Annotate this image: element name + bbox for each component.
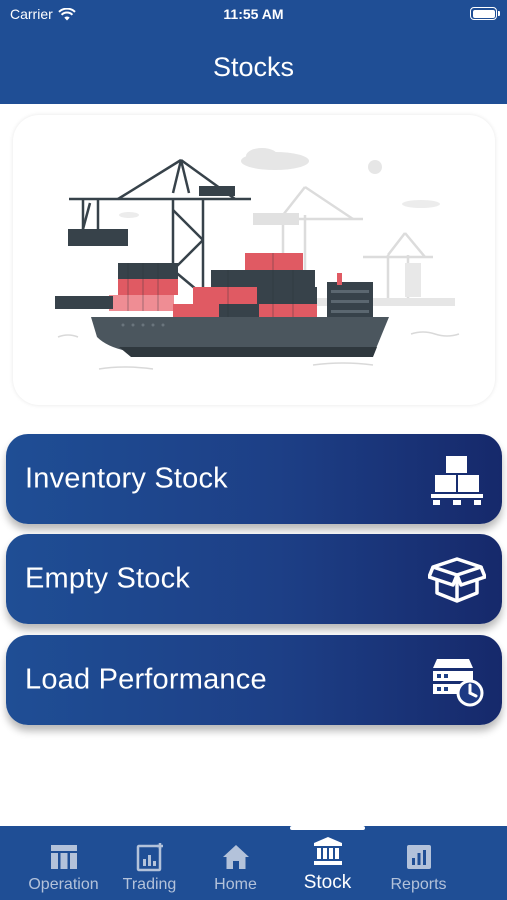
empty-stock-label: Empty Stock (25, 562, 190, 595)
empty-stock-button[interactable]: Empty Stock (6, 534, 502, 624)
bottom-tab-bar: Operation Trading Home Stock Reports (0, 826, 507, 900)
chart-board-icon (136, 843, 163, 872)
pallet-boxes-icon (431, 456, 483, 505)
load-performance-button[interactable]: Load Performance (6, 635, 502, 725)
tab-stock-label: Stock (303, 872, 352, 893)
tab-reports[interactable]: Reports (368, 826, 469, 900)
server-clock-icon (433, 659, 484, 707)
tab-home[interactable]: Home (185, 826, 286, 900)
table-icon (50, 845, 77, 869)
active-tab-indicator (290, 826, 365, 830)
status-time: 11:55 AM (223, 6, 284, 22)
load-performance-label: Load Performance (25, 663, 267, 696)
page-title: Stocks (212, 52, 295, 82)
tab-stock[interactable]: Stock (277, 826, 378, 900)
tab-home-label: Home (214, 876, 257, 893)
cargo-ship-illustration (55, 148, 460, 370)
inventory-stock-button[interactable]: Inventory Stock (6, 434, 502, 524)
home-icon (222, 845, 249, 869)
open-box-icon (428, 557, 486, 603)
app-header: Carrier 11:55 AM Stocks (0, 0, 507, 104)
bar-chart-icon (406, 845, 431, 869)
status-bar: Carrier 11:55 AM (0, 0, 507, 30)
hero-illustration-card (13, 115, 495, 405)
tab-reports-label: Reports (390, 876, 447, 893)
battery-icon (470, 7, 500, 20)
bank-icon (313, 837, 342, 865)
inventory-stock-label: Inventory Stock (25, 462, 228, 495)
